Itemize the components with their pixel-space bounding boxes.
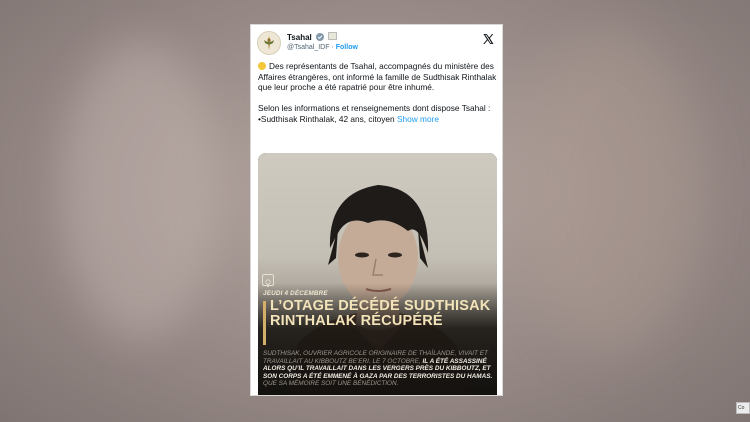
show-more-link[interactable]: Show more <box>397 114 439 124</box>
background-blur-right <box>520 30 700 350</box>
title-accent-bar <box>263 301 266 345</box>
avatar[interactable] <box>257 31 281 55</box>
badge-icon <box>262 274 274 287</box>
corner-control[interactable]: Co <box>736 402 750 414</box>
yellow-circle-icon <box>258 62 266 70</box>
bulb-icon <box>265 279 271 287</box>
tweet-media-image[interactable]: JEUDI 4 DÉCEMBRE L’OTAGE DÉCÉDÉ SUDTHISA… <box>258 153 497 395</box>
media-description: SUDTHISAK, OUVRIER AGRICOLE ORIGINAIRE D… <box>263 350 493 388</box>
author-name-line[interactable]: Tsahal <box>287 32 338 42</box>
verified-badge-icon <box>315 33 324 41</box>
tweet-header: Tsahal @Tsahal_IDF · Follow <box>257 31 496 57</box>
tweet-paragraph-2: Selon les informations et renseignements… <box>258 103 491 114</box>
media-description-part2: QUE SA MÉMOIRE SOIT UNE BÉNÉDICTION. <box>263 380 399 388</box>
x-logo-icon[interactable] <box>482 33 494 45</box>
handle-line: @Tsahal_IDF · Follow <box>287 44 358 51</box>
organization-flag-icon <box>328 32 338 40</box>
author-handle[interactable]: @Tsahal_IDF <box>287 44 330 51</box>
follow-button[interactable]: Follow <box>336 44 358 51</box>
background-blur-left <box>60 40 220 340</box>
tweet-text: Des représentants de Tsahal, accompagnés… <box>258 61 498 125</box>
idf-emblem-icon <box>264 36 274 50</box>
date-label: JEUDI 4 DÉCEMBRE <box>263 290 328 297</box>
tweet-paragraph-3: •Sudthisak Rinthalak, 42 ans, citoyen Sh… <box>258 114 498 125</box>
tweet-paragraph-3-text: •Sudthisak Rinthalak, 42 ans, citoyen <box>258 113 395 124</box>
media-title: L’OTAGE DÉCÉDÉ SUDTHISAK RINTHALAK RÉCUP… <box>270 298 491 329</box>
tweet-paragraph-1: Des représentants de Tsahal, accompagnés… <box>258 61 498 93</box>
tweet-paragraph-1-text: Des représentants de Tsahal, accompagnés… <box>258 61 497 93</box>
tweet-embed-card: Tsahal @Tsahal_IDF · Follow Des représen… <box>250 24 503 396</box>
author-name[interactable]: Tsahal <box>287 33 312 42</box>
